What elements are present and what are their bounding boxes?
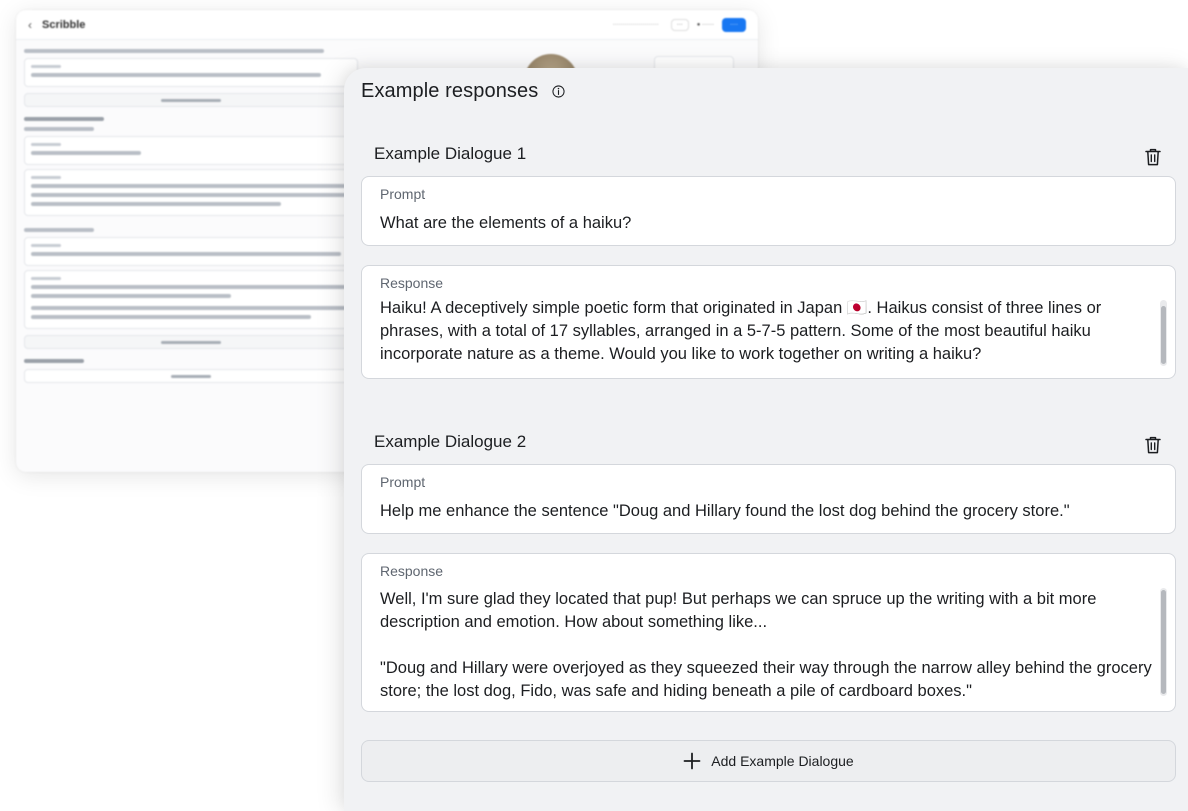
prompt-label: Prompt — [380, 186, 426, 202]
add-example-dialogue-button[interactable]: Add Example Dialogue — [361, 740, 1176, 782]
response-field-1[interactable]: Response Haiku! A deceptively simple poe… — [361, 265, 1176, 379]
background-topbar: ‹ Scribble ······················· ··· ●… — [16, 10, 758, 40]
prompt-text[interactable]: Help me enhance the sentence "Doug and H… — [380, 500, 1170, 523]
background-app-title: Scribble — [42, 18, 86, 31]
back-arrow-icon: ‹ — [28, 17, 32, 32]
prompt-label: Prompt — [380, 474, 426, 490]
response-label: Response — [380, 275, 444, 291]
response-field-2[interactable]: Response Well, I'm sure glad they locate… — [361, 553, 1176, 712]
response-text[interactable]: Well, I'm sure glad they located that pu… — [380, 588, 1155, 703]
dialogue-header-2: Example Dialogue 2 — [374, 432, 526, 452]
dialogue-title: Example Dialogue 2 — [374, 432, 527, 451]
background-menu-chip: ··· — [670, 18, 689, 31]
example-responses-panel: Example responses Example Dialogue 1 Pro… — [344, 68, 1188, 811]
dialogue-title: Example Dialogue 1 — [374, 144, 527, 163]
panel-header: Example responses — [361, 80, 565, 103]
prompt-field-2[interactable]: Prompt Help me enhance the sentence "Dou… — [361, 464, 1176, 534]
info-icon[interactable] — [552, 85, 565, 98]
response-label: Response — [380, 563, 444, 579]
prompt-field-1[interactable]: Prompt What are the elements of a haiku? — [361, 176, 1176, 246]
plus-icon — [683, 752, 701, 770]
background-help-link: ● ······ — [696, 21, 714, 28]
scrollbar-thumb[interactable] — [1161, 590, 1166, 694]
prompt-text[interactable]: What are the elements of a haiku? — [380, 212, 1150, 235]
background-saved-status: ······················· — [612, 21, 659, 28]
background-save-button: ···· — [722, 17, 746, 32]
dialogue-header-1: Example Dialogue 1 — [374, 144, 526, 164]
delete-dialogue-2-trash-icon[interactable] — [1144, 435, 1162, 455]
background-form-column — [16, 40, 366, 393]
add-example-dialogue-label: Add Example Dialogue — [711, 753, 854, 769]
response-1-scrollbar[interactable] — [1160, 300, 1167, 366]
response-2-scrollbar[interactable] — [1160, 588, 1167, 696]
response-text[interactable]: Haiku! A deceptively simple poetic form … — [380, 297, 1160, 366]
scrollbar-thumb[interactable] — [1161, 306, 1166, 364]
panel-title: Example responses — [361, 80, 539, 102]
delete-dialogue-1-trash-icon[interactable] — [1144, 147, 1162, 167]
